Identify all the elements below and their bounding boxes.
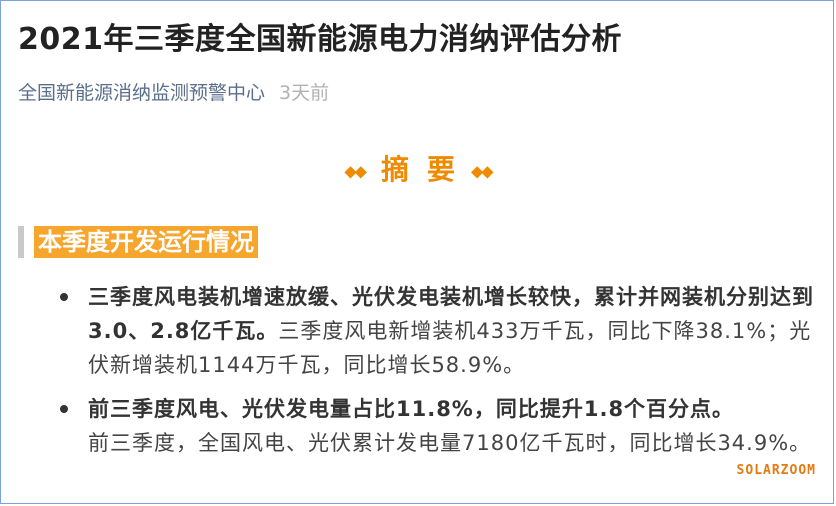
list-item: 前三季度风电、光伏发电量占比11.8%，同比提升1.8个百分点。前三季度，全国风…	[58, 392, 818, 460]
watermark-logo: SOLARZOOM	[736, 463, 816, 478]
bullet-text: 前三季度风电、光伏发电量占比11.8%，同比提升1.8个百分点。前三季度，全国风…	[88, 392, 818, 460]
bullet-highlight: 前三季度风电、光伏发电量占比11.8%，同比提升1.8个百分点。	[88, 397, 735, 421]
publish-time: 3天前	[279, 82, 330, 104]
bullet-detail: 前三季度，全国风电、光伏累计发电量7180亿千瓦时，同比增长34.9%。	[88, 431, 812, 455]
bullet-dot-icon	[60, 293, 68, 301]
diamond-ornament-icon: ◆◆	[471, 161, 494, 181]
section-marker	[18, 226, 24, 258]
bullet-list: 三季度风电装机增速放缓、光伏发电装机增长较快，累计并网装机分别达到3.0、2.8…	[58, 280, 818, 470]
bullet-dot-icon	[60, 405, 68, 413]
bullet-text: 三季度风电装机增速放缓、光伏发电装机增长较快，累计并网装机分别达到3.0、2.8…	[88, 280, 818, 382]
section-title: 本季度开发运行情况	[34, 226, 258, 258]
article-title: 2021年三季度全国新能源电力消纳评估分析	[18, 22, 622, 57]
article-meta: 全国新能源消纳监测预警中心 3天前	[18, 78, 329, 105]
diamond-ornament-icon: ◆◆	[344, 161, 367, 181]
list-item: 三季度风电装机增速放缓、光伏发电装机增长较快，累计并网装机分别达到3.0、2.8…	[58, 280, 818, 382]
abstract-label: 摘要	[380, 153, 473, 186]
source-link[interactable]: 全国新能源消纳监测预警中心	[18, 82, 265, 104]
abstract-heading: ◆◆ 摘要◆◆	[0, 148, 836, 188]
